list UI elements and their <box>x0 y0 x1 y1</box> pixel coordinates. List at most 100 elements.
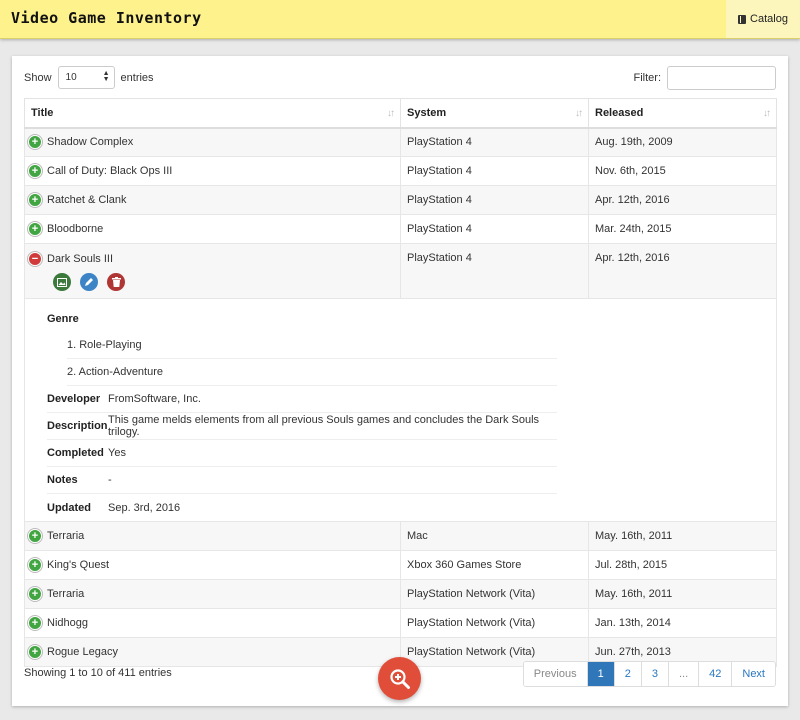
game-released: May. 16th, 2011 <box>588 521 777 551</box>
page-button-3[interactable]: 3 <box>640 662 668 686</box>
table-row[interactable]: + Bloodborne PlayStation 4 Mar. 24th, 201… <box>24 214 777 244</box>
table-row[interactable]: + Nidhogg PlayStation Network (Vita) Jan.… <box>24 608 777 638</box>
notes-label: Notes <box>47 474 78 486</box>
table-row[interactable]: + King's Quest Xbox 360 Games Store Jul. … <box>24 550 777 580</box>
book-icon <box>738 14 747 24</box>
app-title[interactable]: Video Game Inventory <box>11 9 202 27</box>
sort-icon: ↓↑ <box>387 108 395 119</box>
entries-label: entries <box>120 71 154 84</box>
game-released: May. 16th, 2011 <box>588 579 777 609</box>
page-button-2[interactable]: 2 <box>613 662 641 686</box>
show-label: Show <box>24 71 52 84</box>
game-system: PlayStation 4 <box>400 185 589 215</box>
game-title: Shadow Complex <box>47 136 134 149</box>
game-released: Aug. 19th, 2009 <box>588 127 777 157</box>
game-system: PlayStation 4 <box>400 243 589 299</box>
row-details: Genre 1. Role-Playing 2. Action-Adventur… <box>24 298 777 522</box>
detail-completed: Completed Yes <box>47 440 557 467</box>
detail-updated: Updated Sep. 3rd, 2016 <box>47 494 557 521</box>
table-row[interactable]: + Terraria Mac May. 16th, 2011 <box>24 521 777 551</box>
page-button-1[interactable]: 1 <box>586 662 614 686</box>
previous-page-button[interactable]: Previous <box>523 662 587 686</box>
filter-input[interactable] <box>667 66 776 90</box>
developer-label: Developer <box>47 393 101 405</box>
game-released: Jul. 28th, 2015 <box>588 550 777 580</box>
delete-button[interactable] <box>107 273 125 291</box>
game-title: Call of Duty: Black Ops III <box>47 165 173 177</box>
table-row[interactable]: + Terraria PlayStation Network (Vita) May… <box>24 579 777 609</box>
game-system: Xbox 360 Games Store <box>400 550 589 580</box>
updated-label: Updated <box>47 501 91 514</box>
expand-icon[interactable]: + <box>28 558 42 572</box>
inventory-panel: Show 10 ▲ ▼ entries Filter: Title ↓↑ Syste… <box>12 56 788 706</box>
page-size-value: 10 <box>65 72 77 83</box>
image-button[interactable] <box>53 273 71 291</box>
page-ellipsis: ... <box>667 662 699 686</box>
table-info: Showing 1 to 10 of 411 entries <box>24 667 172 679</box>
notes-value: - <box>108 474 112 486</box>
detail-notes: Notes - <box>47 467 557 494</box>
game-released: Nov. 6th, 2015 <box>588 156 777 186</box>
description-value: This game melds elements from all previo… <box>108 414 540 438</box>
table-row[interactable]: + Shadow Complex PlayStation 4 Aug. 19th,… <box>24 127 777 157</box>
row-actions <box>53 273 394 291</box>
top-navbar: Video Game Inventory Catalog <box>0 0 800 39</box>
column-header-system[interactable]: System ↓↑ <box>400 98 589 129</box>
game-title: Nidhogg <box>47 617 88 629</box>
zoom-button[interactable] <box>378 657 421 700</box>
genre-item: 2. Action-Adventure <box>67 359 557 386</box>
table-row-expanded[interactable]: − Dark Souls III PlayStation 4 Apr. 12th… <box>24 243 777 299</box>
game-released: Apr. 12th, 2016 <box>588 243 777 299</box>
filter-control: Filter: <box>634 66 776 90</box>
game-system: PlayStation Network (Vita) <box>400 579 589 609</box>
catalog-nav-link[interactable]: Catalog <box>726 0 800 38</box>
game-system: PlayStation 4 <box>400 127 589 157</box>
game-system: PlayStation 4 <box>400 156 589 186</box>
game-title: Dark Souls III <box>47 253 114 265</box>
table-row[interactable]: + Ratchet & Clank PlayStation 4 Apr. 12th… <box>24 185 777 215</box>
sort-icon: ↓↑ <box>575 108 583 119</box>
page-button-42[interactable]: 42 <box>698 662 732 686</box>
page-size-select[interactable]: 10 ▲ ▼ <box>57 66 115 89</box>
pagination: Previous 1 2 3 ... 42 Next <box>522 661 776 687</box>
game-system: PlayStation Network (Vita) <box>400 608 589 638</box>
genre-list: 1. Role-Playing 2. Action-Adventure <box>47 332 557 386</box>
sort-icon: ↓↑ <box>763 108 771 119</box>
select-arrows-icon: ▲ ▼ <box>102 70 110 83</box>
column-header-title[interactable]: Title ↓↑ <box>24 98 401 129</box>
catalog-label: Catalog <box>750 13 788 25</box>
game-system: PlayStation 4 <box>400 214 589 244</box>
edit-button[interactable] <box>80 273 98 291</box>
games-table: Title ↓↑ System ↓↑ Released ↓↑ + Shadow Comp… <box>24 98 777 667</box>
expand-icon[interactable]: + <box>28 193 42 207</box>
genre-item: 1. Role-Playing <box>67 332 557 359</box>
expand-icon[interactable]: + <box>28 645 42 659</box>
expand-icon[interactable]: + <box>28 164 42 178</box>
game-released: Apr. 12th, 2016 <box>588 185 777 215</box>
detail-developer: Developer FromSoftware, Inc. <box>47 386 557 413</box>
expand-icon[interactable]: + <box>28 587 42 601</box>
game-title: Terraria <box>47 530 85 542</box>
table-header-row: Title ↓↑ System ↓↑ Released ↓↑ <box>24 98 777 129</box>
updated-value: Sep. 3rd, 2016 <box>108 501 181 514</box>
game-title: Rogue Legacy <box>47 646 118 658</box>
table-row[interactable]: + Call of Duty: Black Ops III PlayStation… <box>24 156 777 186</box>
zoom-in-icon <box>389 668 410 689</box>
expand-icon[interactable]: + <box>28 529 42 543</box>
completed-value: Yes <box>108 447 126 459</box>
developer-value: FromSoftware, Inc. <box>108 393 201 405</box>
expand-icon[interactable]: + <box>28 222 42 236</box>
next-page-button[interactable]: Next <box>731 662 775 686</box>
column-header-released[interactable]: Released ↓↑ <box>588 98 777 129</box>
trash-icon <box>111 277 121 287</box>
game-released: Jan. 13th, 2014 <box>588 608 777 638</box>
collapse-icon[interactable]: − <box>28 252 42 266</box>
image-icon <box>57 277 67 287</box>
game-title: King's Quest <box>47 559 110 571</box>
expand-icon[interactable]: + <box>28 616 42 630</box>
game-title: Ratchet & Clank <box>47 194 127 206</box>
expand-icon[interactable]: + <box>28 135 42 150</box>
game-title: Bloodborne <box>47 223 104 235</box>
pencil-icon <box>85 278 93 286</box>
game-released: Mar. 24th, 2015 <box>588 214 777 244</box>
